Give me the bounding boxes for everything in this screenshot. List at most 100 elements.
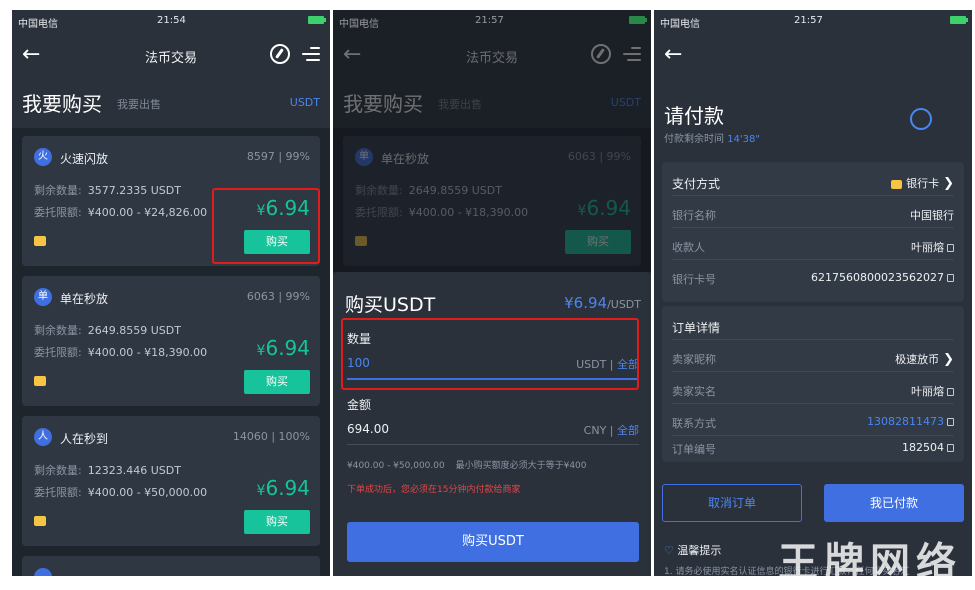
seller-nick-row[interactable]: 卖家昵称 极速放币 ❯ [672,342,954,372]
back-arrow-icon[interactable]: ← [664,42,682,67]
amount-input[interactable]: 694.00 CNY | 全部 [347,418,639,442]
remaining-value: 12323.446 USDT [87,464,181,477]
avatar [34,568,52,576]
nav-bar: ← [654,34,972,74]
seller-name-label: 卖家实名 [672,385,716,398]
merchant-card[interactable]: 人 人在秒到 14060 | 100% 剩余数量: 12323.446 USDT … [22,416,320,546]
compass-icon[interactable] [270,44,290,64]
clock: 21:57 [794,15,823,26]
limit-value: ¥400.00 - ¥18,390.00 [87,346,208,359]
buy-button[interactable]: 购买 [244,370,310,394]
chevron-right-icon: ❯ [943,352,954,367]
status-bar: 中国电信 21:54 [12,10,330,32]
payee-row: 收款人 叶丽熔 [672,230,954,260]
clock: 21:54 [157,15,186,26]
buy-button[interactable]: 购买 [244,510,310,534]
tip-icon: ♡ [664,544,674,557]
payee-value: 叶丽熔 [911,239,954,255]
bank-card-icon [34,516,46,526]
card-number-label: 银行卡号 [672,273,716,286]
order-details-header: 订单详情 [672,310,954,340]
payment-warning: 下单成功后，您必须在15分钟内付款给商家 [347,485,521,495]
amount-label: 金额 [347,398,372,412]
watermark: 王牌网络 [778,539,962,576]
bank-name-label: 银行名称 [672,209,716,222]
battery-icon [308,16,326,24]
payment-method-row[interactable]: 支付方式 银行卡 ❯ [672,166,954,196]
limit-row: 委托限额: ¥400.00 - ¥50,000.00 [34,486,208,499]
remaining-value: 2649.8559 USDT [87,324,181,337]
status-bar: 中国电信 21:57 [654,10,972,32]
highlight-box [341,318,639,390]
copy-icon[interactable] [947,444,954,452]
merchant-stat: 14060 | 100% [232,430,310,443]
remaining-row: 剩余数量: 2649.8559 USDT [34,324,181,337]
carrier-label: 中国电信 [18,19,58,30]
merchant-stat: 8597 | 99% [246,150,310,163]
merchant-card[interactable] [22,556,320,576]
copy-icon[interactable] [947,418,954,426]
coin-selector[interactable]: USDT [290,96,320,109]
limit-row: 委托限额: ¥400.00 - ¥18,390.00 [34,346,208,359]
order-number-row: 订单编号 182504 [672,432,954,462]
bank-card-icon [34,236,46,246]
phone-icon[interactable] [910,108,932,130]
amount-unit: CNY | 全部 [583,424,639,437]
payment-method-label: 支付方式 [672,177,721,191]
payment-method-value: 银行卡 ❯ [891,175,954,191]
bank-card-icon [34,376,46,386]
avatar: 人 [34,428,52,446]
seller-nick-label: 卖家昵称 [672,353,716,366]
price: ¥6.94 [256,336,310,360]
bank-card-icon [891,179,903,189]
amount-underline [347,444,639,445]
contact-label: 联系方式 [672,417,716,430]
carrier-label: 中国电信 [660,19,700,30]
merchant-name: 火速闪放 [60,152,109,166]
cancel-order-button[interactable]: 取消订单 [662,484,802,522]
sheet-price: ¥6.94/USDT [564,294,641,312]
limit-value: ¥400.00 - ¥24,826.00 [87,206,208,219]
remaining-value: 3577.2335 USDT [87,184,181,197]
card-number-row: 银行卡号 6217560800023562027 [672,262,954,292]
limit-value: ¥400.00 - ¥50,000.00 [87,486,208,499]
price: ¥6.94 [256,476,310,500]
trade-tabs: 我要购买 我要出售 USDT [22,88,320,118]
payment-info-panel: 支付方式 银行卡 ❯ 银行名称 中国银行 收款人 叶丽熔 银行卡号 6217560… [662,162,964,302]
order-details-label: 订单详情 [672,321,721,335]
seller-name-value: 叶丽熔 [911,383,954,399]
copy-icon[interactable] [947,274,954,282]
buy-usdt-button[interactable]: 购买USDT [347,522,639,562]
merchant-name: 人在秒到 [60,432,109,446]
avatar: 单 [34,288,52,306]
tab-sell[interactable]: 我要出售 [117,96,161,112]
seller-name-row: 卖家实名 叶丽熔 [672,374,954,404]
remaining-row: 剩余数量: 12323.446 USDT [34,464,181,477]
all-amount-link[interactable]: 全部 [617,424,639,437]
copy-icon[interactable] [947,388,954,396]
order-details-panel: 订单详情 卖家昵称 极速放币 ❯ 卖家实名 叶丽熔 联系方式 1308281147… [662,306,964,462]
amount-value: 694.00 [347,422,389,436]
copy-icon[interactable] [947,244,954,252]
payment-title: 请付款 [664,104,724,128]
min-note: 最小购买额度必须大于等于¥400 [455,461,587,471]
tips-heading: ♡ 温馨提示 [664,544,722,557]
tab-buy[interactable]: 我要购买 [22,88,102,117]
card-number-value: 6217560800023562027 [811,271,954,284]
overlay-dim[interactable] [333,10,651,272]
paid-button[interactable]: 我已付款 [824,484,964,522]
nav-bar: ← 法币交易 [12,34,330,74]
limit-row: 委托限额: ¥400.00 - ¥24,826.00 [34,206,208,219]
order-number-value: 182504 [902,441,954,454]
merchant-card[interactable]: 单 单在秒放 6063 | 99% 剩余数量: 2649.8559 USDT 委托… [22,276,320,406]
order-number-label: 订单编号 [672,443,716,456]
screen-buy-sheet: 中国电信 21:57 ← 法币交易 我要购买 我要出售 USDT 单 单在秒放 … [333,10,651,576]
highlight-box [212,188,320,264]
merchant-name: 单在秒放 [60,292,109,306]
seller-nick-value: 极速放币 ❯ [895,352,954,367]
contact-value[interactable]: 13082811473 [867,415,954,428]
remaining-row: 剩余数量: 3577.2335 USDT [34,184,181,197]
merchant-stat: 6063 | 99% [246,290,310,303]
menu-icon[interactable] [302,46,320,62]
payment-countdown: 付款剩余时间 14'38" [664,134,760,145]
